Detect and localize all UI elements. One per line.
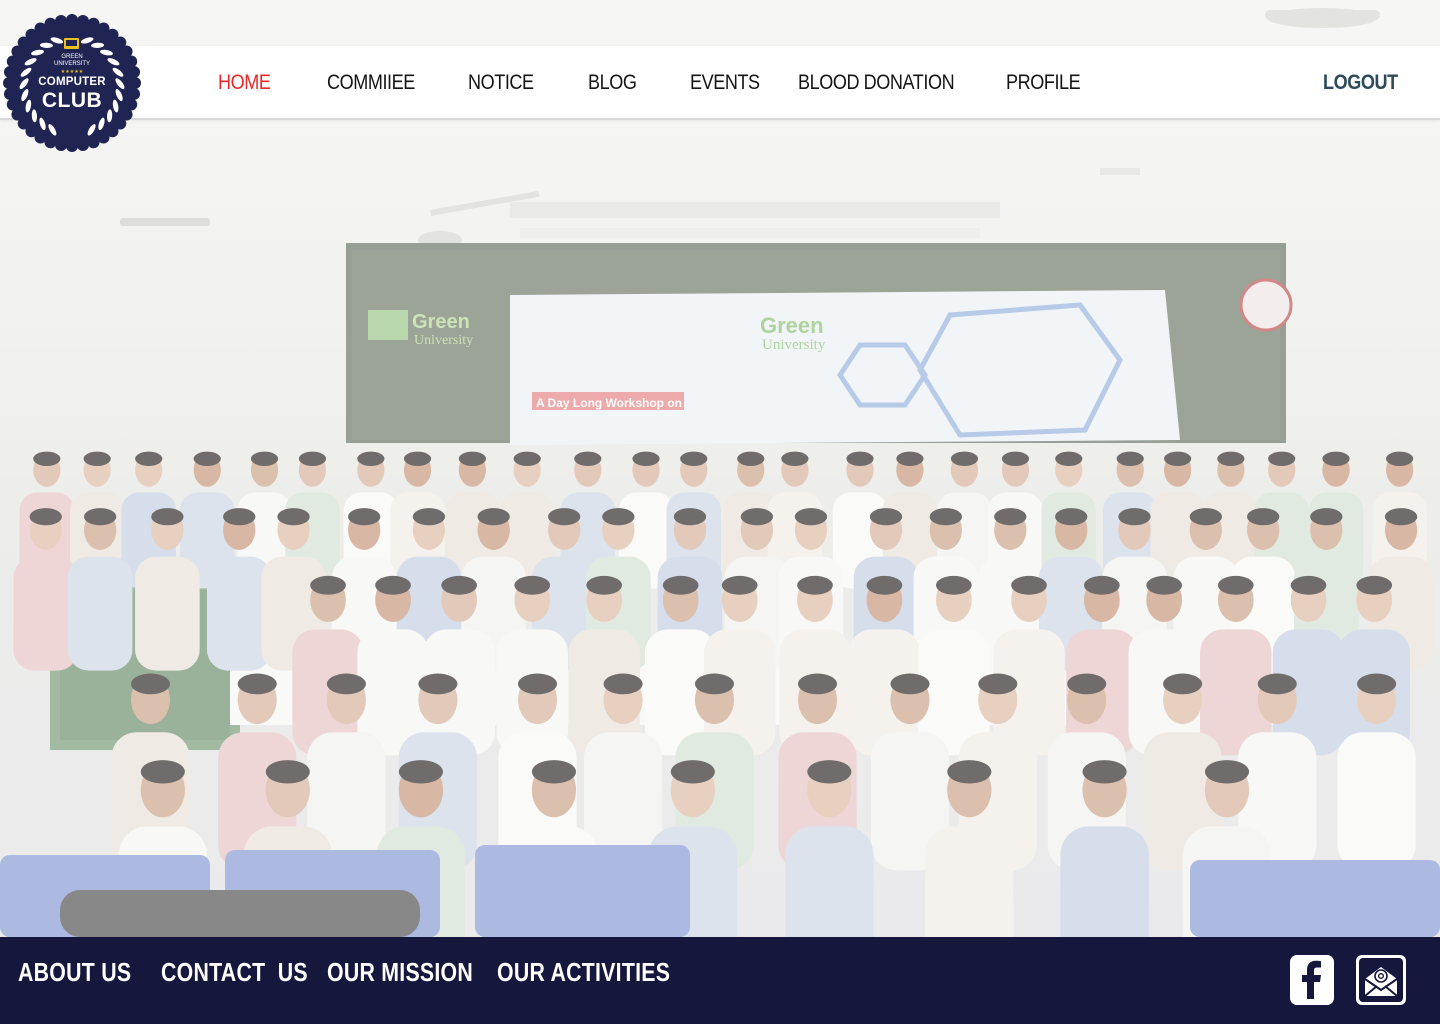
logo-club-text: CLUB [41,89,103,112]
nav-home[interactable]: HOME [218,46,271,120]
nav-notice[interactable]: NOTICE [468,46,534,120]
logo-computer-text: COMPUTER [38,76,106,88]
footer-about-us[interactable]: ABOUT US [18,952,131,992]
nav-blood-donation[interactable]: BLOOD DONATION [798,46,955,120]
hero-veil [0,0,1440,937]
footer-our-activities[interactable]: OUR ACTIVITIES [497,952,670,992]
facebook-link[interactable] [1290,955,1334,1005]
top-navbar: HOME COMMIIEE NOTICE BLOG EVENTS BLOOD D… [0,46,1440,120]
computer-club-logo[interactable]: GREEN UNIVERSITY ★★★★★ COMPUTER CLUB [0,14,144,152]
logo-university-text: GREEN UNIVERSITY ★★★★★ [53,54,90,75]
footer-our-mission[interactable]: OUR MISSION [327,952,473,992]
logout-button[interactable]: LOGOUT [1323,46,1398,120]
footer-contact-us[interactable]: CONTACT US [161,952,308,992]
hero-group-photo: Green University Green University A Day … [0,0,1440,937]
nav-blog[interactable]: BLOG [588,46,637,120]
facebook-icon [1302,960,1321,999]
email-link[interactable] [1356,955,1406,1005]
email-icon [1359,958,1403,1002]
nav-events[interactable]: EVENTS [690,46,760,120]
nav-committee[interactable]: COMMIIEE [327,46,415,120]
footer: ABOUT US CONTACT US OUR MISSION OUR ACTI… [0,937,1440,1024]
nav-profile[interactable]: PROFILE [1006,46,1081,120]
